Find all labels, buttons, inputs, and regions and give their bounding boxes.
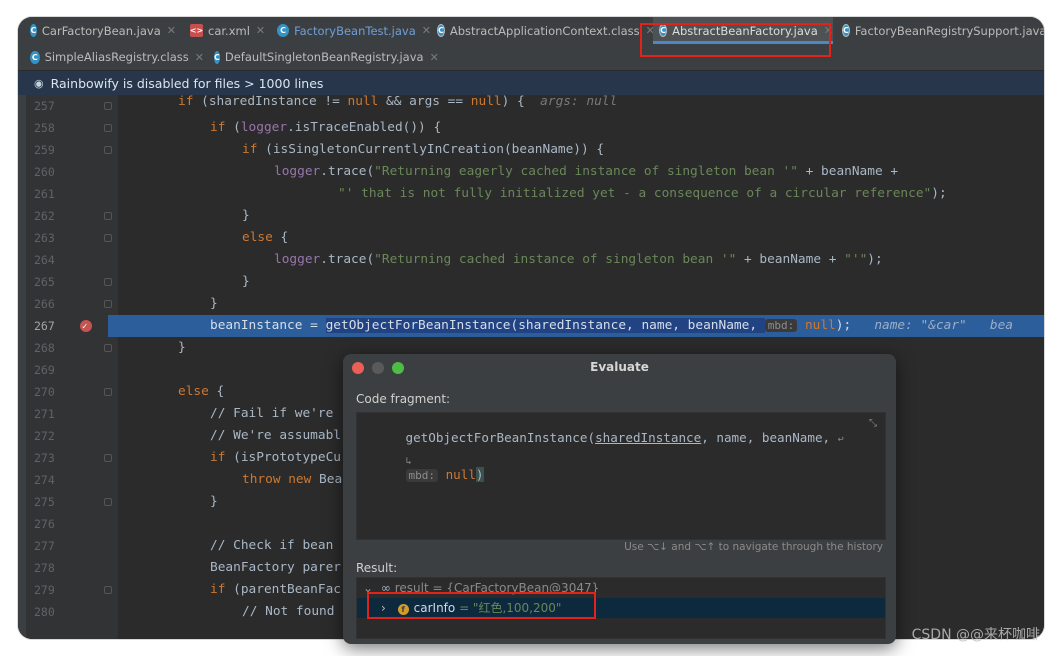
fold-marker-icon[interactable] <box>104 278 112 286</box>
xml-icon: <> <box>189 24 204 37</box>
inline-value-hint: args: null <box>540 94 618 109</box>
current-execution-line: 267 beanInstance = getObjectForBeanInsta… <box>18 315 1044 338</box>
wrap-icon: ↩ <box>837 434 844 445</box>
tab-simplealiasregistry[interactable]: C SimpleAliasRegistry.class ✕ <box>24 44 204 70</box>
close-icon[interactable]: ✕ <box>422 24 431 37</box>
class-icon: C <box>30 50 40 64</box>
abstract-class-icon: C <box>437 24 445 37</box>
code-line: 265 } <box>34 274 250 289</box>
evaluate-dialog: Evaluate Code fragment: getObjectForBean… <box>343 354 896 644</box>
fold-marker-icon[interactable] <box>104 586 112 594</box>
tab-defaultsingletonbeanregistry[interactable]: C DefaultSingletonBeanRegistry.java ✕ <box>208 44 439 70</box>
abstract-class-icon: C <box>842 24 850 37</box>
annotation-box-active-tab <box>640 23 831 57</box>
close-icon[interactable]: ✕ <box>430 51 439 64</box>
close-icon[interactable]: ✕ <box>195 51 204 64</box>
code-line: 259 if (isSingletonCurrentlyInCreation(b… <box>34 142 605 157</box>
code-line: 261 "' that is not fully initialized yet… <box>34 186 947 201</box>
code-line: 262 } <box>34 208 250 223</box>
code-line: 260 logger.trace("Returning eagerly cach… <box>34 164 899 179</box>
tab-carfactorybean[interactable]: C CarFactoryBean.java ✕ <box>24 17 176 44</box>
parameter-hint: mbd: <box>405 469 438 482</box>
code-fragment-label: Code fragment: <box>356 392 451 406</box>
fold-marker-icon[interactable] <box>104 388 112 396</box>
fold-marker-icon[interactable] <box>104 234 112 242</box>
editor-tab-row-1: C CarFactoryBean.java ✕ <> car.xml ✕ C F… <box>18 17 1044 45</box>
dialog-title: Evaluate <box>590 360 649 374</box>
code-line: 266 } <box>34 296 218 311</box>
tab-car-xml[interactable]: <> car.xml ✕ <box>184 17 265 44</box>
fold-marker-icon[interactable] <box>104 344 112 352</box>
wrap-continue-icon: ↳ <box>405 456 412 467</box>
class-icon: C <box>30 24 37 37</box>
code-line: 264 logger.trace("Returning cached insta… <box>34 252 883 267</box>
code-line: 258 if (logger.isTraceEnabled()) { <box>34 120 442 135</box>
class-icon: C <box>277 24 290 37</box>
history-hint: Use ⌥↓ and ⌥↑ to navigate through the hi… <box>624 541 883 553</box>
collapse-icon[interactable]: ⤡ <box>869 418 877 429</box>
result-label: Result: <box>356 561 398 575</box>
fold-marker-icon[interactable] <box>104 498 112 506</box>
fold-marker-icon[interactable] <box>104 102 112 110</box>
fold-marker-icon[interactable] <box>104 300 112 308</box>
watermark: CSDN @@来杯咖啡 <box>911 627 1040 643</box>
editor-tab-row-2: C SimpleAliasRegistry.class ✕ C DefaultS… <box>18 44 1044 71</box>
inline-value-hint: name: "&car" <box>874 318 967 333</box>
fold-marker-icon[interactable] <box>104 454 112 462</box>
tab-factorybeantest[interactable]: C FactoryBeanTest.java ✕ <box>271 17 431 44</box>
fold-marker-icon[interactable] <box>104 212 112 220</box>
close-icon[interactable]: ✕ <box>167 24 176 37</box>
close-icon[interactable]: ✕ <box>256 24 265 37</box>
code-line: 257 if (sharedInstance != null && args =… <box>34 94 618 113</box>
code-line: 263 else { <box>34 230 289 245</box>
tab-factorybeanregistrysupport[interactable]: C FactoryBeanRegistrySupport.java <box>836 17 1044 44</box>
eye-icon: ◉ <box>34 76 44 90</box>
class-icon: C <box>214 50 220 64</box>
parameter-hint: mbd: <box>764 319 798 332</box>
annotation-box-result <box>367 592 596 619</box>
code-fragment-editor[interactable]: getObjectForBeanInstance(sharedInstance,… <box>356 412 886 540</box>
breakpoint-icon[interactable] <box>80 316 92 338</box>
fold-marker-icon[interactable] <box>104 124 112 132</box>
tab-abstractapplicationcontext[interactable]: C AbstractApplicationContext.class ✕ <box>431 17 655 44</box>
fold-marker-icon[interactable] <box>104 146 112 154</box>
